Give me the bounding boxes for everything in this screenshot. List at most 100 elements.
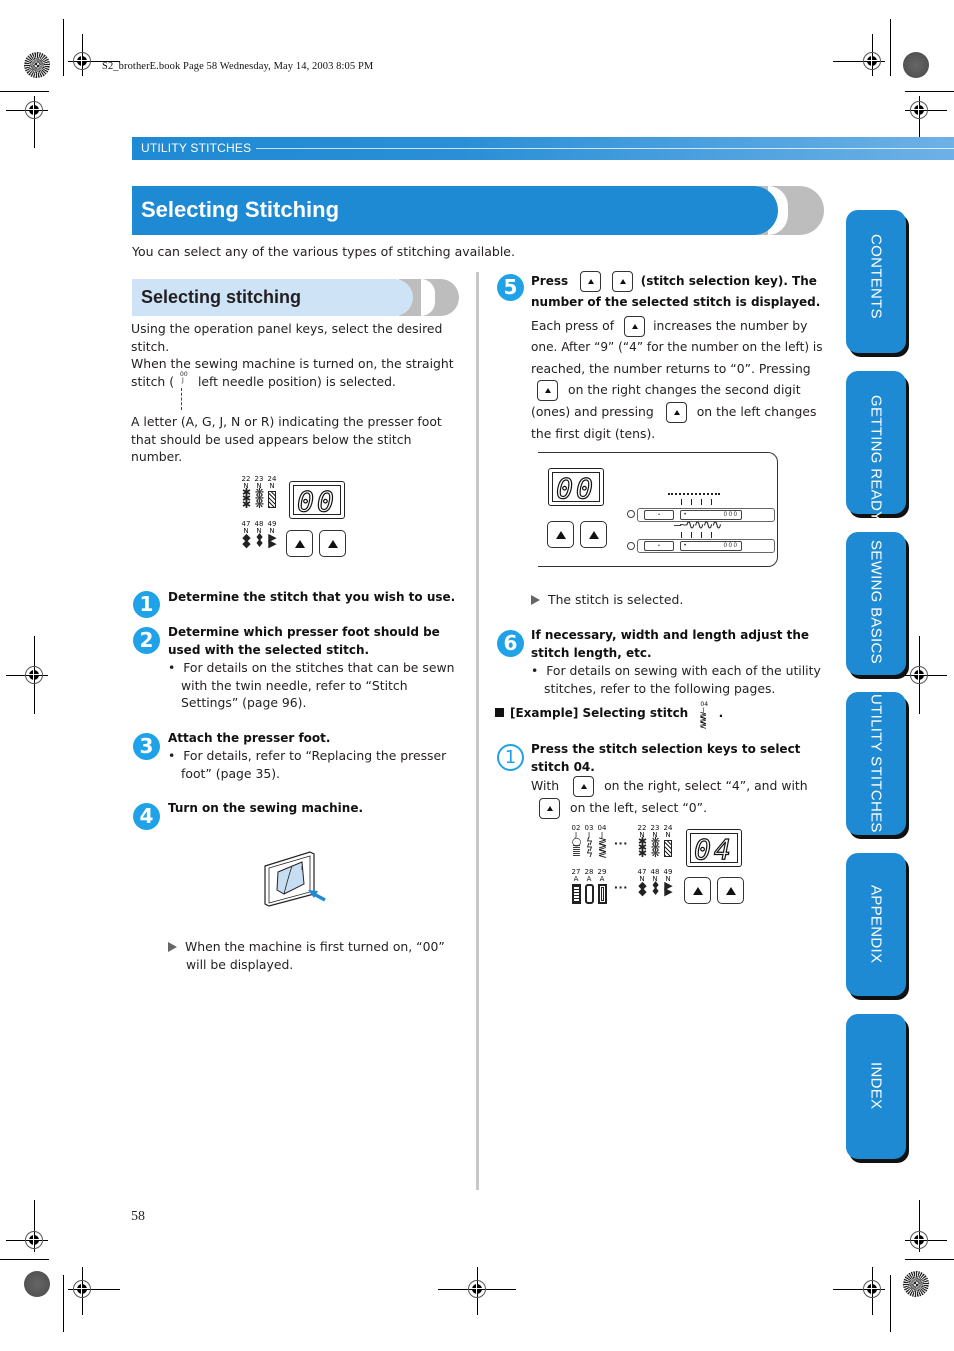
stitch-48: 48 N ♦ ♦ (649, 869, 661, 898)
step-3-badge: 3 (133, 733, 160, 760)
zigzag-stitch-pattern: –~∿∿∿∿ (674, 517, 722, 532)
section-rule (256, 148, 954, 149)
side-tab-index[interactable]: INDEX (846, 1014, 906, 1159)
paragraph-text: stitch ( (131, 373, 175, 389)
stitch-number-display: 00 (289, 481, 345, 519)
stitch-selection-key-left[interactable] (286, 530, 313, 557)
body-text: on the left changes (696, 404, 817, 419)
stitch-glyph-icon: ◆ ◆ (242, 531, 250, 550)
slider-minus: • (644, 541, 674, 551)
example-heading: [Example] Selecting stitch 04 J ≷ ≷ ≷ . (495, 702, 825, 731)
bullet-text: For details on the stitches that can be … (181, 660, 455, 711)
stitch-selection-key-left[interactable] (547, 521, 574, 548)
tab-label: INDEX (867, 1062, 885, 1110)
stitch-47: 47 N ◆ ◆ (636, 869, 648, 898)
registration-sunburst-top-left (24, 52, 50, 78)
example-step-1-badge: 1 (497, 744, 524, 771)
stitch-28: 28 A (583, 869, 595, 904)
side-tab-appendix[interactable]: APPENDIX (846, 853, 906, 996)
step-4-title: Turn on the sewing machine. (168, 801, 364, 815)
body-line: With on the right, select “4”, and with (531, 775, 823, 797)
registration-sunburst-bottom-left (24, 1271, 50, 1297)
square-bullet-icon (495, 708, 504, 717)
stitch-foot: N (665, 831, 671, 839)
stitch-04: 04 J ≷ ≷ ≷ (596, 825, 608, 860)
ellipsis: ··· (614, 879, 628, 895)
page-title-banner: Selecting Stitching (132, 186, 824, 235)
stitch-49: 49 N ▶ ▶ (662, 869, 674, 898)
slider-marker: • (684, 543, 687, 549)
step-5-body: Each press of increases the number by on… (531, 315, 823, 444)
stitch-22: 22 N ✱ ✱ ✱ (240, 476, 252, 511)
stitch-glyph-icon: ♦ ♦ (650, 879, 661, 898)
bullet-dot: • (531, 663, 547, 678)
side-tab-sewing-basics[interactable]: SEWING BASICS (846, 532, 906, 675)
stitch-glyph-icon: ◆ ◆ (638, 879, 646, 898)
stitch-selection-key-right[interactable] (580, 521, 607, 548)
ellipsis: ··· (614, 835, 628, 851)
body-line: (ones) and pressing on the left changes (531, 401, 823, 423)
step-1-title: Determine the stitch that you wish to us… (168, 590, 456, 604)
side-tab-utility-stitches[interactable]: UTILITY STITCHES (846, 692, 906, 835)
stitch-selection-key-icon (665, 402, 687, 423)
bullet-dot: • (168, 660, 184, 675)
stitch-length-slider[interactable]: • • 0 0 0 (637, 539, 775, 553)
result-arrow-icon (168, 942, 177, 952)
crop-line (0, 1259, 49, 1260)
power-switch-illustration (264, 851, 326, 907)
stitch-foot: A (573, 875, 579, 883)
registration-sunburst-bottom-right (903, 1271, 929, 1297)
registration-sunburst-top-right (903, 52, 929, 78)
stitch-selection-key-right[interactable] (717, 877, 744, 904)
bullet-text: For details, refer to “Replacing the pre… (181, 748, 447, 781)
title-part: Press (531, 274, 569, 288)
operation-panel-full: 00 • • 0 0 0 –~∿∿∿∿ • • 0 0 0 (538, 452, 778, 567)
stitch-number-display: 04 (686, 829, 742, 867)
side-tab-contents[interactable]: CONTENTS (846, 210, 906, 353)
buttonhole-glyph-icon (584, 884, 594, 904)
stitch-foot: A (599, 875, 605, 883)
result-text: The stitch is selected. (548, 592, 684, 607)
tab-label: CONTENTS (867, 234, 885, 319)
stitch-selection-key-icon (580, 271, 602, 292)
file-info: S2_brotherE.book Page 58 Wednesday, May … (102, 61, 374, 72)
example-text: [Example] Selecting stitch (510, 706, 689, 720)
subsection-title: Selecting stitching (141, 287, 302, 307)
stitch-48: 48 N ♦ ♦ (253, 521, 265, 550)
stitch-22: 22 N ✱ ✱ ✱ (636, 825, 648, 860)
title-part: (stitch selection key). The (640, 274, 817, 288)
banner-body: Selecting Stitching (132, 186, 778, 235)
crop-line (890, 1275, 891, 1332)
side-tab-getting-ready[interactable]: GETTING READY (846, 371, 906, 521)
operation-panel-illustration: 22 N ✱ ✱ ✱ 23 N ❋ ❋ ❋ 24 N 47 N ◆ ◆ 48 N ♦ ♦ 4… (238, 476, 353, 560)
paragraph-text: When the sewing machine is turned on, th… (131, 356, 454, 371)
stitch-selection-key-right[interactable] (319, 530, 346, 557)
display-digits: 00 (297, 484, 337, 518)
body-text: on the left, select “0”. (570, 800, 708, 815)
step-5-title: Press (stitch selection key). The (531, 271, 821, 292)
period: . (718, 706, 724, 720)
stitch-glyph-icon (268, 491, 276, 508)
tab-label: UTILITY STITCHES (867, 694, 885, 833)
zigzag-glyph: ≷ ≷ ≷ (699, 711, 707, 731)
bullet-dot: • (168, 748, 184, 763)
body-line: one. After “9” (“4” for the number on th… (531, 340, 823, 354)
crop-line (905, 1259, 954, 1260)
stitch-glyph-icon: ϟϟϟ (585, 835, 593, 860)
stitch-glyph-icon: ≷ ≷ ≷ (597, 835, 607, 860)
example-step-1-title: Press the stitch selection keys to selec… (531, 742, 801, 774)
step-6-bullet: • For details on sewing with each of the… (531, 662, 823, 697)
stitch-selection-key-left[interactable] (684, 877, 711, 904)
page-title: Selecting Stitching (141, 197, 340, 222)
stitch-glyph-icon: ❋ ❋ ❋ (254, 486, 264, 511)
step-6-badge: 6 (497, 630, 524, 657)
result-text: When the machine is first turned on, “00… (185, 939, 445, 972)
stitch-selection-key-icon (611, 271, 633, 292)
slider-minus: • (644, 510, 674, 520)
step-3-bullet: • For details, refer to “Replacing the p… (168, 747, 458, 782)
step-5-badge: 5 (497, 274, 524, 301)
stitch-foot: A (586, 875, 592, 883)
zigzag-stitch-icon: 04 J ≷ ≷ ≷ (698, 702, 714, 731)
stitch-glyph-icon: ♦ ♦ (254, 531, 265, 550)
stitch-foot: N (269, 482, 275, 490)
